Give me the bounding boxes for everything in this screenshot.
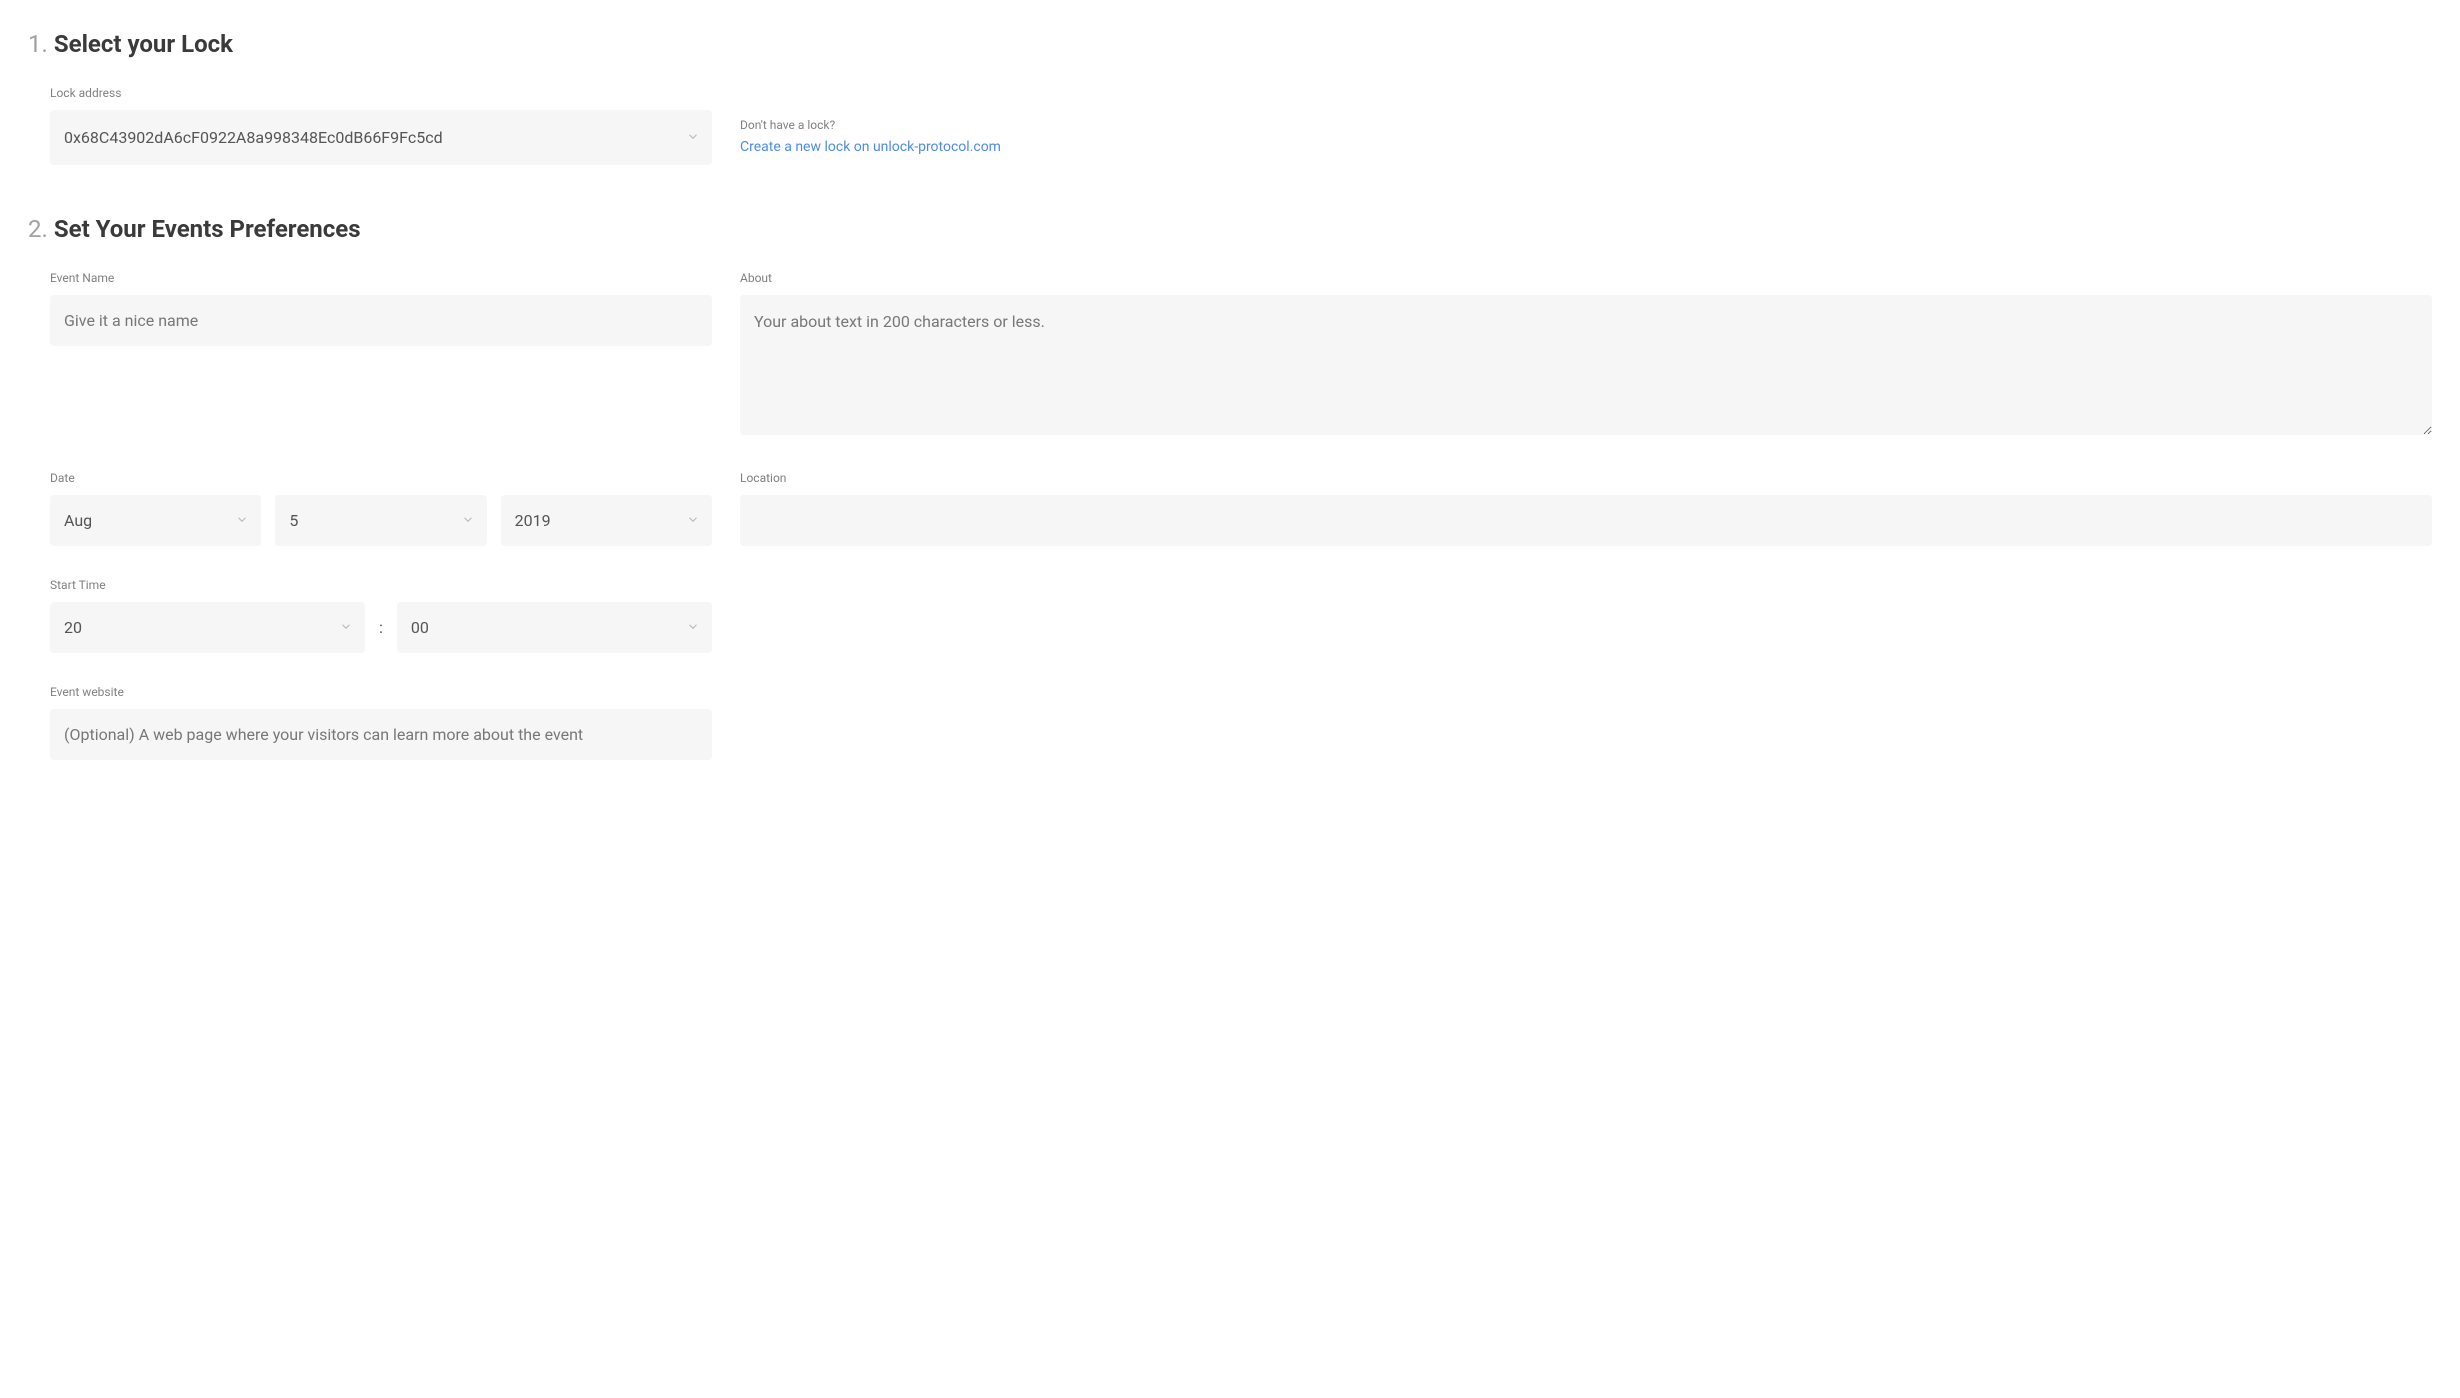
lock-helper-text: Don't have a lock?: [740, 118, 2432, 132]
location-label: Location: [740, 471, 2432, 485]
step-title: Select your Lock: [54, 30, 233, 58]
time-separator: :: [379, 618, 383, 637]
event-website-field: Event website: [50, 685, 712, 760]
start-minute-wrapper: 00: [397, 602, 712, 653]
start-minute-select[interactable]: 00: [397, 602, 712, 653]
about-textarea[interactable]: [740, 295, 2432, 435]
lock-address-select[interactable]: 0x68C43902dA6cF0922A8a998348Ec0dB66F9Fc5…: [50, 110, 712, 165]
location-input[interactable]: [740, 495, 2432, 546]
event-website-label: Event website: [50, 685, 712, 699]
date-month-wrapper: Aug: [50, 495, 261, 546]
section-event-preferences: 2. Set Your Events Preferences Event Nam…: [28, 215, 2432, 760]
date-field: Date Aug 5: [50, 471, 712, 546]
section-header: 1. Select your Lock: [28, 30, 2432, 58]
date-day-wrapper: 5: [275, 495, 486, 546]
event-name-input[interactable]: [50, 295, 712, 346]
date-year-select[interactable]: 2019: [501, 495, 712, 546]
step-number: 2.: [28, 215, 48, 243]
event-name-label: Event Name: [50, 271, 712, 285]
start-hour-wrapper: 20: [50, 602, 365, 653]
start-time-field: Start Time 20 : 00: [50, 578, 712, 653]
section-header: 2. Set Your Events Preferences: [28, 215, 2432, 243]
lock-address-select-wrapper: 0x68C43902dA6cF0922A8a998348Ec0dB66F9Fc5…: [50, 110, 712, 165]
about-field: About: [740, 271, 2432, 439]
date-year-wrapper: 2019: [501, 495, 712, 546]
start-time-label: Start Time: [50, 578, 712, 592]
event-website-input[interactable]: [50, 709, 712, 760]
lock-helper: Don't have a lock? Create a new lock on …: [740, 110, 2432, 155]
date-day-select[interactable]: 5: [275, 495, 486, 546]
step-number: 1.: [28, 30, 48, 58]
section-select-lock: 1. Select your Lock Lock address 0x68C43…: [28, 30, 2432, 165]
date-label: Date: [50, 471, 712, 485]
lock-address-label: Lock address: [50, 86, 2432, 100]
create-lock-link[interactable]: Create a new lock on unlock-protocol.com: [740, 139, 1001, 155]
start-hour-select[interactable]: 20: [50, 602, 365, 653]
location-field: Location: [740, 471, 2432, 546]
event-name-field: Event Name: [50, 271, 712, 346]
about-label: About: [740, 271, 2432, 285]
step-title: Set Your Events Preferences: [54, 215, 361, 243]
date-month-select[interactable]: Aug: [50, 495, 261, 546]
